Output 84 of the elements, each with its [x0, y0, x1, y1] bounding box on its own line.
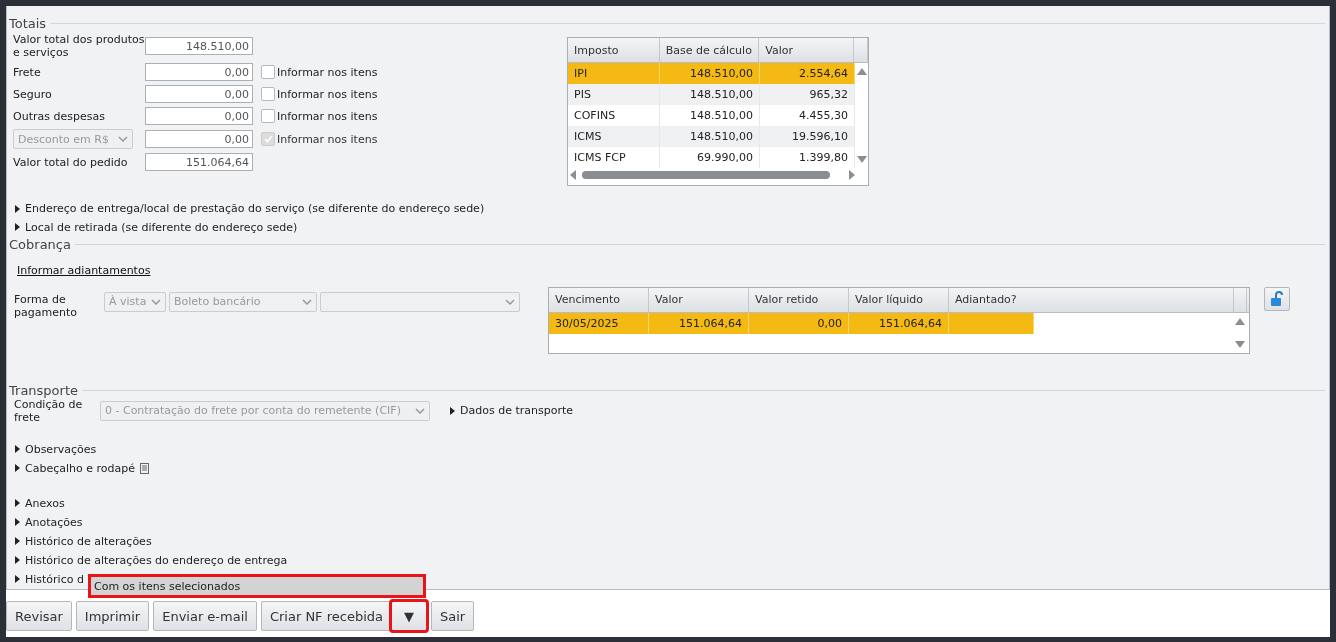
- column-header[interactable]: Base de cálculo: [659, 38, 760, 62]
- amount-field[interactable]: 151.064,64: [145, 153, 253, 171]
- checkbox[interactable]: [261, 87, 275, 101]
- padlock-icon: [1269, 290, 1285, 307]
- action-button[interactable]: Imprimir: [75, 601, 150, 631]
- table-cell: 151.064,64: [649, 312, 749, 334]
- chevron-down-icon: [415, 408, 425, 414]
- caret-icon: [15, 537, 20, 546]
- action-button[interactable]: Sair: [431, 601, 475, 631]
- chevron-down-icon: [151, 298, 161, 305]
- table-cell: 148.510,00: [660, 63, 760, 84]
- amount-field[interactable]: 0,00: [145, 107, 253, 125]
- scroll-up-icon[interactable]: [1235, 316, 1245, 325]
- table-cell: 19.596,10: [760, 126, 855, 147]
- column-header[interactable]: Valor retido: [749, 287, 849, 312]
- checkbox[interactable]: [261, 65, 275, 79]
- scroll-down-icon[interactable]: [857, 156, 867, 164]
- expander-label[interactable]: Histórico de alterações: [25, 535, 152, 548]
- caret-icon: [15, 556, 20, 565]
- caret-icon: [15, 204, 20, 213]
- amount-field[interactable]: 0,00: [145, 85, 253, 103]
- column-header[interactable]: Valor líquido: [849, 287, 949, 312]
- amount-field[interactable]: 0,00: [145, 63, 253, 81]
- field-label: Outras despesas: [13, 109, 106, 123]
- caret-icon: [15, 223, 20, 232]
- column-header[interactable]: Adiantado?: [949, 287, 1234, 312]
- expander-label[interactable]: Dados de transporte: [460, 404, 573, 418]
- field-label: Seguro: [13, 87, 53, 101]
- caret-icon: [15, 464, 20, 473]
- table-cell: 30/05/2025: [549, 312, 649, 334]
- checkbox-label: Informar nos itens: [277, 65, 379, 79]
- scroll-down-icon[interactable]: [1235, 340, 1245, 349]
- section-title: Cobrança: [9, 236, 71, 252]
- caret-icon: [15, 499, 20, 508]
- caret-icon: [450, 407, 455, 415]
- checkbox-label: Informar nos itens: [277, 132, 379, 146]
- field-label: Forma de pagamento: [14, 292, 78, 319]
- field-label: Condição de frete: [14, 398, 84, 424]
- table-cell: IPI: [568, 63, 660, 84]
- caret-icon: [15, 575, 20, 584]
- advance-payments-link[interactable]: Informar adiantamentos: [17, 263, 151, 277]
- expander-label[interactable]: Anexos: [25, 497, 65, 510]
- chevron-down-icon: [118, 136, 128, 142]
- lock-button[interactable]: [1264, 286, 1290, 311]
- section-title: Totais: [9, 16, 47, 31]
- table-cell: ICMS: [568, 126, 660, 147]
- chevron-down-icon: [505, 298, 515, 305]
- table-cell: 2.554,64: [760, 63, 855, 84]
- checkbox-label: Informar nos itens: [277, 109, 379, 123]
- field-label: Frete: [13, 65, 42, 79]
- amount-field[interactable]: 148.510,00: [145, 37, 253, 55]
- dropdown-button[interactable]: ▼: [391, 601, 428, 631]
- column-header[interactable]: Valor: [649, 287, 749, 312]
- column-header[interactable]: Vencimento: [549, 287, 649, 312]
- column-header[interactable]: Valor: [759, 38, 854, 62]
- action-button[interactable]: Criar NF recebida: [260, 601, 392, 631]
- caret-icon: [15, 518, 20, 527]
- menu-item[interactable]: Com os itens selecionados: [91, 579, 241, 593]
- caret-icon: [15, 445, 20, 454]
- scroll-up-icon[interactable]: [857, 67, 867, 75]
- expander-label[interactable]: Observações: [25, 443, 97, 456]
- table-cell: PIS: [568, 84, 660, 105]
- expander-label[interactable]: Cabeçalho e rodapé: [25, 462, 135, 475]
- expander-label[interactable]: Histórico d: [25, 573, 84, 586]
- document-icon[interactable]: [139, 463, 149, 474]
- section-title: Transporte: [9, 383, 78, 398]
- action-button[interactable]: Revisar: [6, 601, 72, 631]
- table-cell: 0,00: [749, 312, 849, 334]
- checkbox[interactable]: [261, 109, 275, 123]
- field-label: Valor total dos produtos e serviços: [13, 33, 145, 59]
- amount-field[interactable]: 0,00: [145, 130, 253, 148]
- table-cell: 148.510,00: [660, 126, 760, 147]
- table-cell: 151.064,64: [849, 312, 949, 334]
- expander-label[interactable]: Endereço de entrega/local de prestação do serviço (se diferente do endereço sede): [25, 202, 485, 216]
- expander-label[interactable]: Local de retirada (se diferente do endereço sede): [25, 220, 298, 234]
- column-header[interactable]: Imposto: [568, 38, 660, 62]
- chevron-down-icon: [302, 298, 312, 305]
- field-label: Valor total do pedido: [13, 155, 129, 169]
- checkbox-label: Informar nos itens: [277, 87, 379, 101]
- expander-label[interactable]: Anotações: [25, 516, 83, 529]
- table-cell: 148.510,00: [660, 84, 760, 105]
- expander-label[interactable]: Histórico de alterações do endereço de entrega: [25, 554, 288, 567]
- table-cell: 965,32: [760, 84, 855, 105]
- action-button[interactable]: Enviar e-mail: [153, 601, 257, 631]
